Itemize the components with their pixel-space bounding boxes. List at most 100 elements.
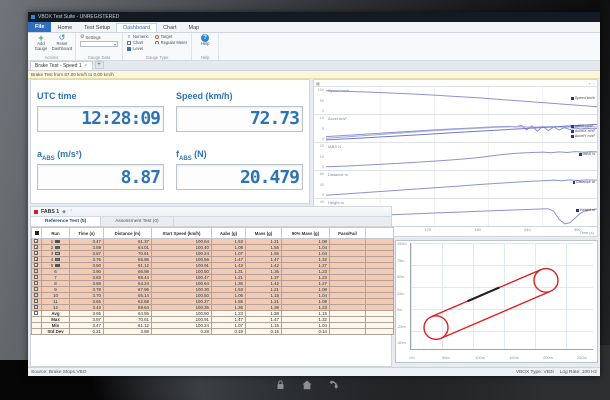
legend-label: AccelX m/s² [575,129,595,133]
map-y-tick: -50m [397,341,406,345]
column-header[interactable] [366,228,394,239]
help-button[interactable]: ? Help [196,34,214,47]
gauge-fabs[interactable]: fABS (N) 20.479 [176,143,303,198]
status-bar: Source: Brake Stops.VBO VBOX Type: VB3i … [28,367,600,376]
legend-marker-icon [571,97,574,100]
subplot-4[interactable]: Distance m80400Distance m [314,170,597,198]
gauge-type-level[interactable]: Level [127,46,149,51]
map-y-tick: 0m [397,308,402,312]
gauge-display: 72.73 [176,106,303,132]
tab-map[interactable]: Map [183,24,206,32]
subplot-1[interactable]: Speed km/h100500Speed km/h [314,86,597,114]
zoom-icon[interactable]: ◌ [593,81,595,86]
tab-assessment-test[interactable]: Assessment Test (0) [101,217,173,226]
chart-grid-icon[interactable]: ▦ [316,81,320,86]
table-header-row: RunTime (s)Distance (m)Start Speed (km/h… [32,228,394,239]
column-header[interactable]: Distance (m) [104,228,152,239]
column-header[interactable]: Aabs (g) [212,228,246,239]
gauge-data-combobox[interactable]: ▾ [80,41,118,47]
legend-marker-icon [573,181,576,184]
x-axis-label: Time (s) [579,230,594,235]
run-number: 6 [54,269,56,274]
run-color-swatch [55,258,60,261]
summary-checkbox[interactable] [34,311,38,315]
add-tab-button[interactable]: + [95,61,104,69]
value-cell: 0.15 [246,329,282,335]
legend-entry[interactable]: Height m [576,208,595,212]
gauge-type-chart[interactable]: Chart [127,40,149,45]
run-number: 9 [54,287,56,292]
row-checkbox[interactable]: ✓ [34,245,38,249]
gauge-type-regular-meter[interactable]: Regular Meter [155,40,188,45]
legend-marker-icon [579,153,582,156]
gauge-display: 20.479 [176,164,303,190]
row-checkbox[interactable] [34,281,38,285]
y-tick-label: 40 [316,200,324,204]
x-tick-label: 300 [574,227,581,232]
gauge-type-target[interactable]: Target [155,34,188,39]
gauge-utc-time[interactable]: UTC time 12:28:09 [37,84,164,139]
column-header[interactable]: Run [42,228,70,239]
legend-entry[interactable]: Distance m [573,180,596,184]
results-panel-tab[interactable]: FABS 1 [41,209,59,215]
settings-button[interactable]: ⚙ Settings [80,34,118,40]
x-tick-label: 180 [474,227,481,232]
legend-entry[interactable]: AccelX m/s² [571,129,595,133]
legend-marker-icon [571,135,574,138]
y-tick-label: 100 [316,88,324,92]
column-header[interactable]: Time (s) [70,228,104,239]
run-number: 7 [54,275,56,280]
column-header[interactable] [32,228,42,239]
row-checkbox[interactable] [34,269,38,273]
doc-tab-brake-test[interactable]: Brake Test - Speed 1 × [30,61,93,70]
collapse-icon[interactable]: ⌃ [69,209,73,215]
crosshair-icon[interactable]: + [588,81,590,86]
legend-entry[interactable]: fABS N [579,152,595,156]
close-icon[interactable]: × [85,63,88,69]
tab-file[interactable]: File [28,22,51,32]
row-checkbox[interactable]: ✓ [34,239,38,243]
legend-label: fABS N [583,152,595,156]
gauge-speed[interactable]: Speed (km/h) 72.73 [176,84,303,139]
subplot-2[interactable]: Accel m/s²1050aABS m/s²AccelX m/s²AccelY… [314,114,597,142]
phone-icon [329,380,339,390]
column-header[interactable]: Pass/Fail [330,228,366,239]
tab-home[interactable]: Home [51,24,78,32]
legend-entry[interactable]: aABS m/s² [571,124,595,128]
home-icon [302,380,312,390]
row-checkbox[interactable] [34,305,38,309]
tab-chart[interactable]: Chart [157,24,182,32]
row-checkbox[interactable] [34,299,38,303]
y-tick-label: 80 [316,172,324,176]
main-area: UTC time 12:28:09 Speed (km/h) 72.73 aAB… [28,79,600,367]
column-header[interactable]: 90% Mass (g) [282,228,330,239]
row-checkbox[interactable] [34,287,38,291]
row-checkbox[interactable] [34,293,38,297]
select-all-checkbox[interactable] [35,231,39,235]
track-map-panel[interactable]: 0m50m100m150m200m250m100m75m50m25m0m-25m… [395,240,598,363]
gauge-type-numeric[interactable]: T Numeric [127,34,149,39]
pin-icon[interactable]: ◈ [62,209,66,215]
row-checkbox[interactable]: ✓ [34,257,38,261]
ribbon-group-help: ? Help Help [192,33,219,60]
status-log-rate: Log Rate: 100 Hz [560,370,597,375]
tab-test-setup[interactable]: Test Setup [78,24,116,32]
tab-reference-test[interactable]: Reference Test (5) [31,217,101,226]
ribbon-group-actions: + Add Gauge ↺ Reset Dashboard Actions [28,33,76,60]
run-number: 12 [53,305,58,310]
legend-entry[interactable]: Speed km/h [571,96,595,100]
reset-dashboard-button[interactable]: ↺ Reset Dashboard [53,34,71,51]
gauge-aabs[interactable]: aABS (m/s²) 8.87 [37,143,164,198]
column-header[interactable]: Start Speed (km/h) [152,228,212,239]
subplot-legend: aABS m/s²AccelX m/s²AccelY m/s² [571,124,595,138]
subplot-title: Speed km/h [328,88,349,93]
legend-entry[interactable]: AccelY m/s² [571,134,595,138]
column-header[interactable]: Mass (g) [246,228,282,239]
subplot-y-ticks: 80400 [314,171,326,198]
row-checkbox[interactable] [34,275,38,279]
row-checkbox[interactable]: ✓ [34,251,38,255]
row-checkbox[interactable]: ✓ [34,263,38,267]
tab-dashboard[interactable]: Dashboard [116,23,157,32]
subplot-3[interactable]: fABS N20100fABS N [314,142,597,170]
add-gauge-button[interactable]: + Add Gauge [32,34,50,51]
